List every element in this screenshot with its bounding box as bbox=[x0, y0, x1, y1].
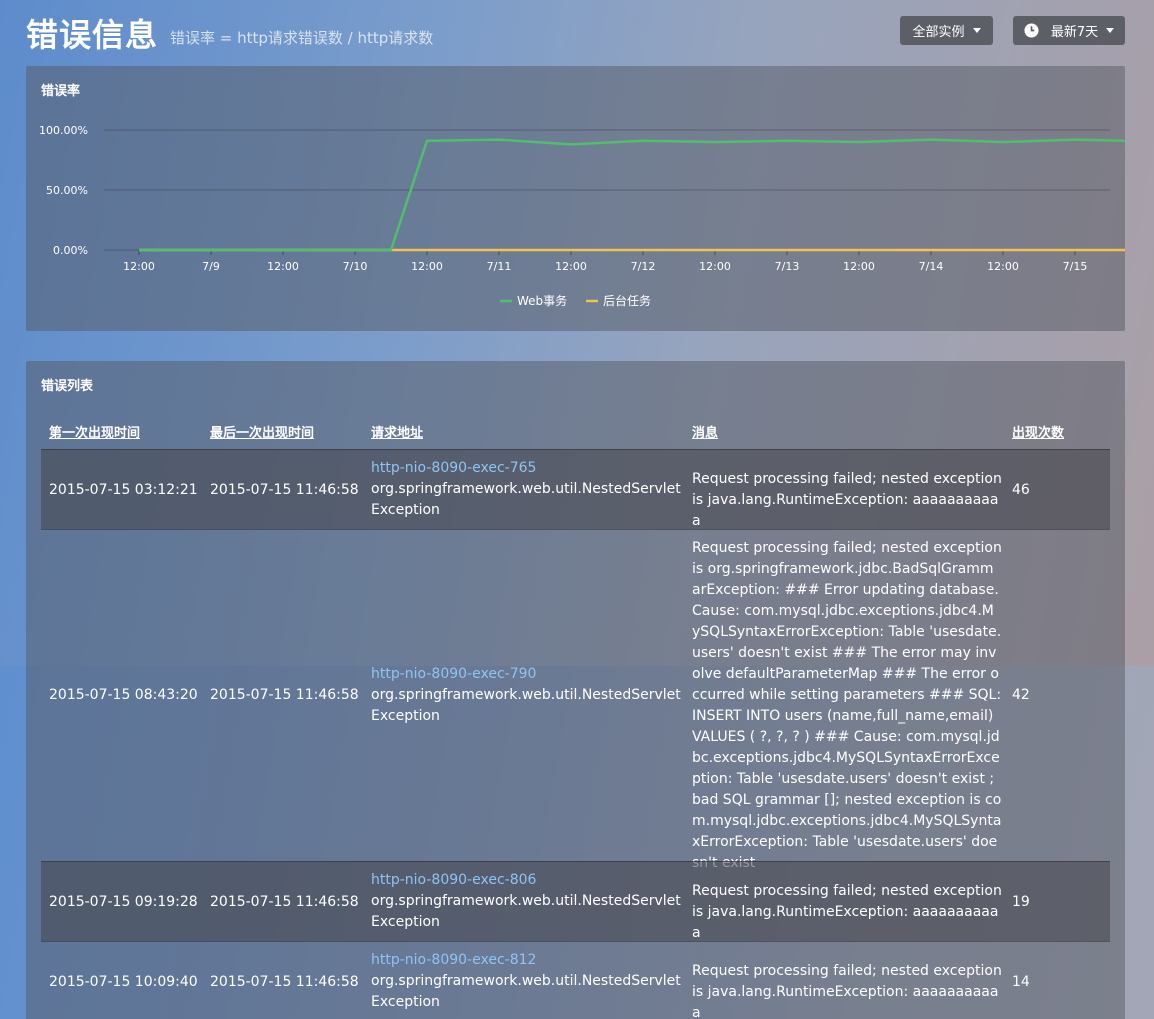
x-tick-label: 12:00 bbox=[699, 260, 731, 273]
column-header-request-url[interactable]: 请求地址 bbox=[371, 422, 423, 441]
table-row[interactable]: 2015-07-15 09:19:28 2015-07-15 11:46:58 … bbox=[41, 861, 1110, 941]
chevron-down-icon bbox=[1106, 28, 1115, 33]
legend-label: Web事务 bbox=[517, 293, 567, 308]
legend-label: 后台任务 bbox=[603, 293, 651, 308]
table-header: 第一次出现时间 最后一次出现时间 请求地址 消息 出现次数 bbox=[41, 413, 1110, 449]
error-rate-chart: 100.00% 50.00% 0.00% 12:00 7/9 12:00 7/10 12:00… bbox=[39, 124, 1125, 308]
request-url-link[interactable]: http-nio-8090-exec-812 bbox=[371, 950, 681, 971]
page-subtitle: 错误率 = http请求错误数 / http请求数 bbox=[170, 29, 434, 47]
x-tick-label: 7/9 bbox=[202, 260, 220, 273]
exception-class: org.springframework.web.util.NestedServl… bbox=[371, 973, 681, 1010]
column-header-last-seen[interactable]: 最后一次出现时间 bbox=[210, 422, 314, 441]
x-tick-label: 7/12 bbox=[631, 260, 656, 273]
first-seen-cell: 2015-07-15 03:12:21 bbox=[49, 482, 198, 498]
request-url-link[interactable]: http-nio-8090-exec-806 bbox=[371, 870, 681, 891]
last-seen-cell: 2015-07-15 11:46:58 bbox=[210, 894, 359, 910]
first-seen-cell: 2015-07-15 09:19:28 bbox=[49, 894, 198, 910]
last-seen-cell: 2015-07-15 11:46:58 bbox=[210, 482, 359, 498]
x-tick-label: 7/13 bbox=[775, 260, 800, 273]
instances-dropdown-label: 全部实例 bbox=[912, 25, 965, 40]
error-rate-panel: 错误率 100.00% 50.00% 0.00% 12:00 7/9 12:00 7/10 1… bbox=[26, 66, 1125, 331]
first-seen-cell: 2015-07-15 08:43:20 bbox=[49, 687, 198, 703]
first-seen-cell: 2015-07-15 10:09:40 bbox=[49, 974, 198, 990]
count-cell: 46 bbox=[1012, 482, 1030, 498]
message-cell: Request processing failed; nested except… bbox=[692, 471, 1002, 529]
message-cell: Request processing failed; nested except… bbox=[692, 540, 1002, 871]
x-tick-label: 12:00 bbox=[267, 260, 299, 273]
exception-class: org.springframework.web.util.NestedServl… bbox=[371, 481, 681, 518]
message-cell: Request processing failed; nested except… bbox=[692, 963, 1002, 1019]
last-seen-cell: 2015-07-15 11:46:58 bbox=[210, 687, 359, 703]
request-url-cell: http-nio-8090-exec-806 org.springframewo… bbox=[371, 870, 681, 933]
request-url-link[interactable]: http-nio-8090-exec-790 bbox=[371, 664, 681, 685]
time-range-label: 最新7天 bbox=[1050, 25, 1099, 40]
error-list-title: 错误列表 bbox=[41, 379, 94, 394]
table-row[interactable]: 2015-07-15 08:43:20 2015-07-15 11:46:58 … bbox=[41, 529, 1110, 871]
request-url-cell: http-nio-8090-exec-812 org.springframewo… bbox=[371, 950, 681, 1013]
column-header-message[interactable]: 消息 bbox=[692, 422, 718, 441]
column-header-first-seen[interactable]: 第一次出现时间 bbox=[49, 422, 140, 441]
page-title: 错误信息 bbox=[26, 16, 159, 54]
error-list-panel: 错误列表 第一次出现时间 最后一次出现时间 请求地址 消息 出现次数 2015-… bbox=[26, 361, 1125, 1019]
x-tick-label: 12:00 bbox=[411, 260, 443, 273]
exception-class: org.springframework.web.util.NestedServl… bbox=[371, 893, 681, 930]
x-tick-label: 7/15 bbox=[1063, 260, 1088, 273]
x-tick-label: 7/14 bbox=[919, 260, 944, 273]
time-range-dropdown[interactable]: 最新7天 bbox=[1013, 16, 1125, 45]
count-cell: 42 bbox=[1012, 687, 1030, 703]
x-tick-label: 12:00 bbox=[987, 260, 1019, 273]
series-line bbox=[139, 138, 1125, 252]
last-seen-cell: 2015-07-15 11:46:58 bbox=[210, 974, 359, 990]
x-tick-label: 12:00 bbox=[123, 260, 155, 273]
table-row[interactable]: 2015-07-15 03:12:21 2015-07-15 11:46:58 … bbox=[41, 449, 1110, 529]
x-tick-label: 12:00 bbox=[843, 260, 875, 273]
request-url-cell: http-nio-8090-exec-765 org.springframewo… bbox=[371, 458, 681, 521]
request-url-cell: http-nio-8090-exec-790 org.springframewo… bbox=[371, 664, 681, 727]
chevron-down-icon bbox=[972, 28, 981, 33]
x-tick-label: 7/11 bbox=[487, 260, 512, 273]
exception-class: org.springframework.web.util.NestedServl… bbox=[371, 687, 681, 724]
table-row[interactable]: 2015-07-15 10:09:40 2015-07-15 11:46:58 … bbox=[41, 941, 1110, 1019]
count-cell: 14 bbox=[1012, 974, 1030, 990]
x-tick-label: 12:00 bbox=[555, 260, 587, 273]
y-tick-label: 50.00% bbox=[46, 184, 88, 197]
x-tick-label: 7/10 bbox=[343, 260, 368, 273]
y-tick-label: 100.00% bbox=[39, 124, 88, 137]
clock-icon bbox=[1024, 23, 1039, 38]
column-header-count[interactable]: 出现次数 bbox=[1012, 422, 1064, 441]
page: 错误信息 错误率 = http请求错误数 / http请求数 全部实例 最新7天… bbox=[0, 0, 1154, 1019]
message-cell: Request processing failed; nested except… bbox=[692, 883, 1002, 941]
request-url-link[interactable]: http-nio-8090-exec-765 bbox=[371, 458, 681, 479]
instances-dropdown[interactable]: 全部实例 bbox=[900, 16, 993, 45]
error-table: 第一次出现时间 最后一次出现时间 请求地址 消息 出现次数 2015-07-15… bbox=[41, 413, 1110, 1019]
count-cell: 19 bbox=[1012, 894, 1030, 910]
y-tick-label: 0.00% bbox=[53, 244, 88, 257]
